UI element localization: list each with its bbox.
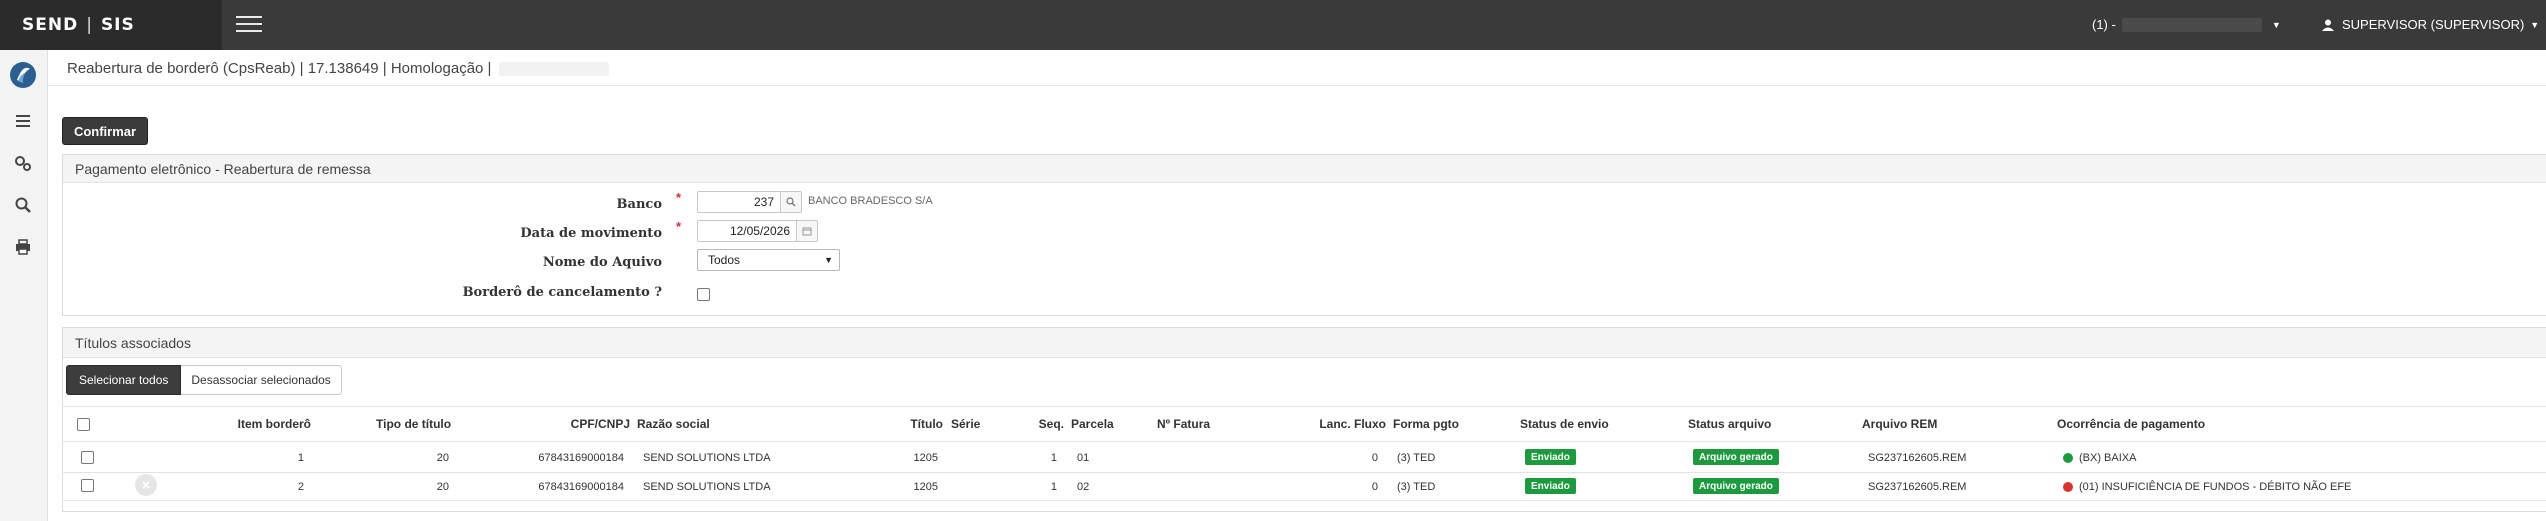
col-serie: Série <box>951 417 981 431</box>
nome-arquivo-label: Nome do Aquivo <box>542 255 662 270</box>
cell-item: 2 <box>297 481 304 493</box>
cell-razao: SEND SOLUTIONS LTDA <box>643 452 771 464</box>
banco-input[interactable]: 237 <box>697 191 781 213</box>
cell-cnpj: 67843169000184 <box>538 481 624 493</box>
chevron-down-icon: ▼ <box>2530 19 2540 30</box>
cell-tipo: 20 <box>436 481 449 493</box>
cell-seq: 1 <box>1050 481 1057 493</box>
divider <box>48 85 2546 86</box>
header-bottom-line <box>62 441 2546 442</box>
logo-text-left: SEND <box>22 15 79 35</box>
cell-lanc: 0 <box>1371 452 1378 464</box>
logo-text-right: SIS <box>100 15 135 35</box>
banco-label: Banco <box>616 197 662 212</box>
nome-arquivo-select[interactable]: Todos ▼ <box>697 249 840 271</box>
cell-arquivo: SG237162605.REM <box>1868 452 1967 464</box>
required-marker: * <box>676 190 682 205</box>
cell-forma: (3) TED <box>1397 481 1436 493</box>
calendar-icon <box>802 227 812 236</box>
breadcrumb-text: Reabertura de borderô (CpsReab) | 17.138… <box>67 60 492 77</box>
user-icon <box>2322 19 2334 31</box>
user-label: SUPERVISOR (SUPERVISOR) <box>2342 17 2525 32</box>
cell-parcela: 02 <box>1077 481 1090 493</box>
search-icon <box>786 197 796 207</box>
col-n-fatura: Nº Fatura <box>1157 417 1211 431</box>
unselect-button[interactable]: Desassociar selecionados <box>181 365 342 395</box>
col-seq: Seq. <box>1038 417 1064 431</box>
cell-lanc: 0 <box>1371 481 1378 493</box>
col-status-arquivo: Status arquivo <box>1688 417 1772 431</box>
row-checkbox[interactable] <box>81 479 94 492</box>
cell-forma: (3) TED <box>1397 452 1436 464</box>
titulos-actions: Selecionar todos Desassociar selecionado… <box>66 365 342 395</box>
company-name-redacted <box>2121 17 2262 32</box>
chevron-down-icon: ▼ <box>2271 19 2281 30</box>
breadcrumb: Reabertura de borderô (CpsReab) | 17.138… <box>67 60 610 77</box>
status-badge: Arquivo gerado <box>1693 478 1779 494</box>
list-icon[interactable] <box>14 112 32 130</box>
col-item-bordero: Item borderô <box>237 417 311 431</box>
col-parcela: Parcela <box>1071 417 1114 431</box>
col-status-envio: Status de envio <box>1520 417 1609 431</box>
status-badge: Enviado <box>1525 449 1576 465</box>
cell-razao: SEND SOLUTIONS LTDA <box>643 481 771 493</box>
company-selector[interactable]: (1) - ▼ <box>2092 17 2281 32</box>
cell-titulo: 1205 <box>913 452 938 464</box>
cell-parcela: 01 <box>1077 452 1090 464</box>
col-forma-pgto: Forma pgto <box>1393 417 1459 431</box>
form-section-title: Pagamento eletrônico - Reabertura de rem… <box>63 155 2546 183</box>
col-tipo-titulo: Tipo de título <box>376 417 452 431</box>
close-icon <box>142 481 150 489</box>
data-movimento-input[interactable]: 12/05/2026 <box>697 220 797 242</box>
col-cpf-cnpj: CPF/CNPJ <box>570 417 630 431</box>
cell-ocorrencia: (01) INSUFICIÊNCIA DE FUNDOS - DÉBITO NÃ… <box>2079 481 2352 493</box>
col-razao-social: Razão social <box>637 417 710 431</box>
col-lanc-fluxo: Lanc. Fluxo <box>1319 417 1386 431</box>
search-icon[interactable] <box>14 196 32 214</box>
chevron-down-icon: ▼ <box>824 255 833 265</box>
cell-titulo: 1205 <box>913 481 938 493</box>
cancelamento-label: Borderô de cancelamento ? <box>462 285 662 300</box>
logo-separator: | <box>86 15 93 35</box>
col-arquivo-rem: Arquivo REM <box>1862 417 1938 431</box>
top-bar: SEND | SIS (1) - ▼ SUPERVISOR (SUPERVISO… <box>0 0 2546 50</box>
cell-cnpj: 67843169000184 <box>538 452 624 464</box>
row-divider <box>62 472 2546 473</box>
titulos-section-title: Títulos associados <box>63 328 2546 358</box>
breadcrumb-redacted <box>499 61 610 76</box>
select-all-button[interactable]: Selecionar todos <box>66 365 182 395</box>
select-all-checkbox[interactable] <box>77 418 90 431</box>
cancelamento-checkbox[interactable] <box>697 288 710 301</box>
banco-lookup-button[interactable] <box>780 191 802 213</box>
required-marker: * <box>676 219 682 234</box>
row-checkbox[interactable] <box>81 451 94 464</box>
brand-logo-icon[interactable] <box>8 60 38 90</box>
app-logo[interactable]: SEND | SIS <box>0 0 222 50</box>
nome-arquivo-value: Todos <box>708 253 741 267</box>
col-ocorrencia: Ocorrência de pagamento <box>2057 417 2206 431</box>
user-menu[interactable]: SUPERVISOR (SUPERVISOR) ▼ <box>2322 17 2539 32</box>
status-badge: Arquivo gerado <box>1693 449 1779 465</box>
menu-toggle-icon[interactable] <box>236 16 262 34</box>
cell-arquivo: SG237162605.REM <box>1868 481 1967 493</box>
side-nav <box>0 50 48 521</box>
cell-item: 1 <box>297 452 304 464</box>
status-dot-icon <box>2063 453 2073 463</box>
data-movimento-label: Data de movimento <box>520 226 662 241</box>
confirm-button[interactable]: Confirmar <box>62 117 148 145</box>
col-titulo: Título <box>910 417 943 431</box>
cell-tipo: 20 <box>436 452 449 464</box>
company-prefix: (1) - <box>2092 17 2116 32</box>
remove-row-button[interactable] <box>135 474 157 496</box>
table-top-line <box>62 406 2546 407</box>
banco-name: BANCO BRADESCO S/A <box>808 195 933 207</box>
print-icon[interactable] <box>14 238 32 256</box>
calendar-button[interactable] <box>796 220 818 242</box>
status-dot-icon <box>2063 482 2073 492</box>
cell-ocorrencia: (BX) BAIXA <box>2079 452 2137 464</box>
settings-icon[interactable] <box>14 154 32 172</box>
cell-seq: 1 <box>1050 452 1057 464</box>
status-badge: Enviado <box>1525 478 1576 494</box>
table-bottom-line <box>62 500 2546 501</box>
